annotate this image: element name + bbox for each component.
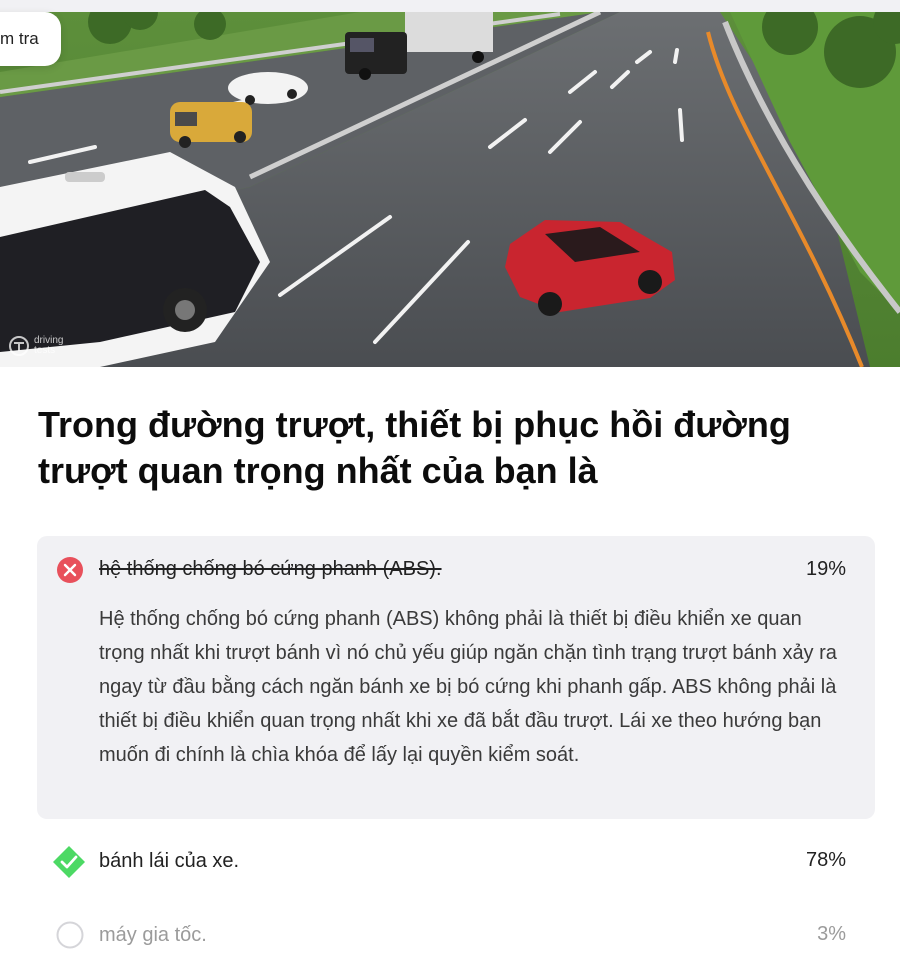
option-percent: 19% <box>805 558 846 580</box>
option-percent: 3% <box>817 923 846 945</box>
question-title: Trong đường trượt, thiết bị phục hồi đườ… <box>38 404 791 491</box>
driving-tests-logo-icon <box>9 336 29 356</box>
check-chip-label: m tra <box>0 29 39 48</box>
option-label: hệ thống chống bó cứng phanh (ABS). <box>99 558 442 580</box>
empty-circle-icon <box>56 921 84 949</box>
road-scene-illustration <box>0 12 900 367</box>
x-circle-icon <box>57 557 83 583</box>
watermark-line-2: tests <box>34 345 56 356</box>
option-label: bánh lái của xe. <box>99 850 240 872</box>
option-percent: 78% <box>805 849 846 871</box>
option-label: máy gia tốc. <box>99 924 207 946</box>
top-strip <box>0 0 900 12</box>
answer-explanation: Hệ thống chống bó cứng phanh (ABS) không… <box>99 608 837 766</box>
question-image: driving tests <box>0 12 900 367</box>
watermark: driving tests <box>8 335 63 357</box>
check-diamond-icon <box>53 846 85 878</box>
check-chip[interactable]: m tra <box>0 12 61 66</box>
